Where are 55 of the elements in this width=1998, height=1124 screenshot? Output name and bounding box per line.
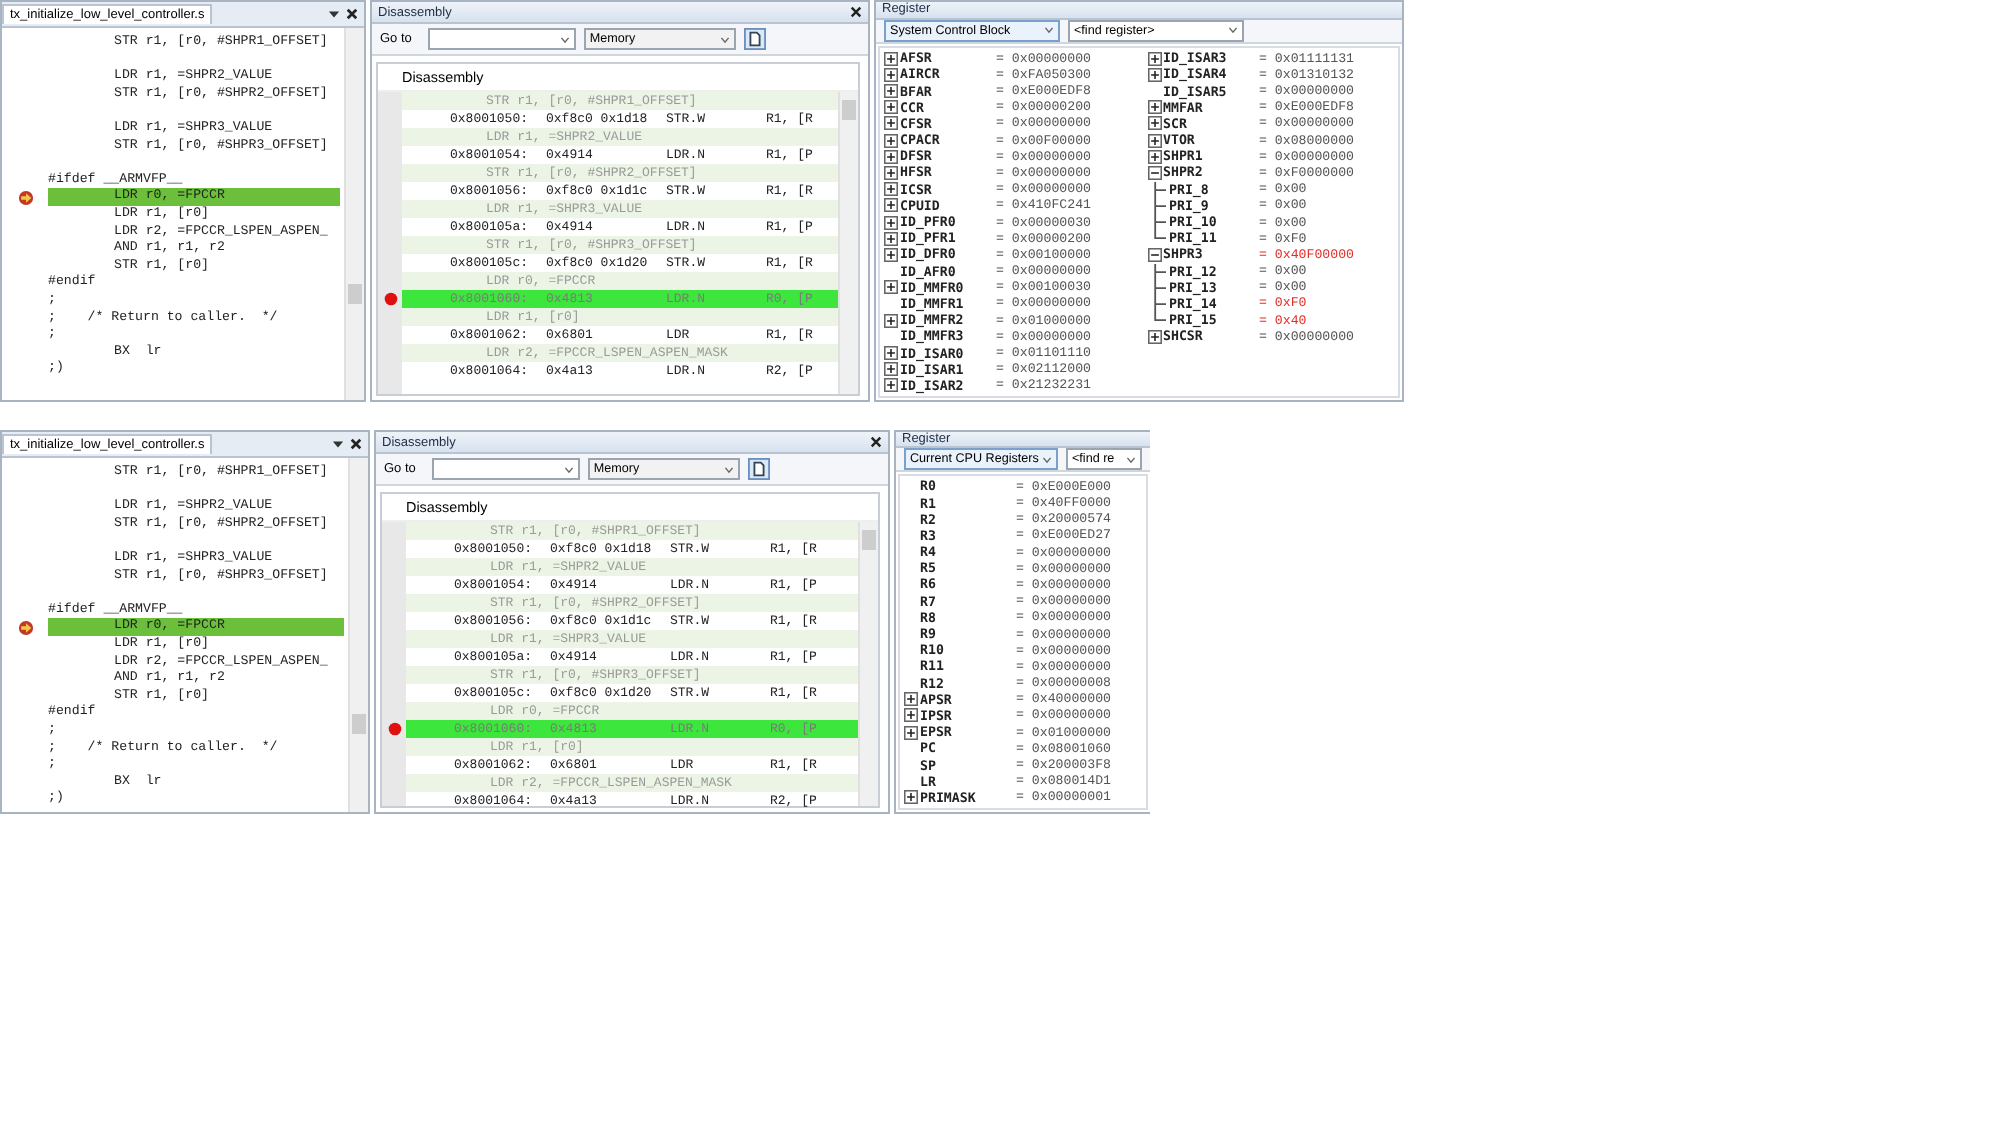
close-icon[interactable] (350, 438, 362, 450)
close-icon[interactable] (870, 436, 882, 448)
go-to-field[interactable] (431, 458, 580, 480)
expand-icon[interactable] (884, 198, 898, 213)
go-to-field[interactable] (427, 28, 576, 50)
expand-icon[interactable] (884, 84, 898, 99)
expand-icon[interactable] (904, 790, 918, 805)
caret-icon (723, 465, 734, 473)
expand-icon[interactable] (884, 67, 898, 82)
vertical-scrollbar[interactable] (348, 458, 368, 812)
breakpoint-icon[interactable] (387, 722, 401, 736)
vertical-scrollbar[interactable] (344, 28, 364, 400)
caret-icon (719, 35, 730, 43)
breakpoint-icon[interactable] (383, 292, 397, 306)
collapse-icon[interactable] (1147, 165, 1161, 180)
expand-icon[interactable] (1147, 133, 1161, 148)
caret-icon (1228, 26, 1238, 35)
dropdown-icon[interactable] (332, 438, 344, 450)
expand-icon[interactable] (884, 182, 898, 197)
expand-icon[interactable] (904, 708, 918, 723)
expand-icon[interactable] (884, 149, 898, 164)
expand-icon[interactable] (884, 100, 898, 115)
expand-icon[interactable] (884, 215, 898, 230)
caret-icon (1042, 455, 1053, 464)
vertical-scrollbar[interactable] (858, 522, 878, 806)
page-icon[interactable] (743, 28, 766, 50)
expand-icon[interactable] (884, 231, 898, 246)
expand-icon[interactable] (1147, 51, 1161, 66)
expand-icon[interactable] (884, 280, 898, 295)
expand-icon[interactable] (884, 116, 898, 131)
caret-icon (559, 35, 570, 43)
collapse-icon[interactable] (1147, 247, 1161, 262)
close-icon[interactable] (850, 6, 862, 18)
dropdown-icon[interactable] (328, 8, 340, 20)
vertical-scrollbar[interactable] (838, 92, 858, 394)
expand-icon[interactable] (884, 313, 898, 328)
expand-icon[interactable] (1147, 149, 1161, 164)
caret-icon (1126, 455, 1136, 464)
expand-icon[interactable] (1147, 116, 1161, 131)
caret-icon (563, 465, 574, 473)
expand-icon[interactable] (884, 133, 898, 148)
expand-icon[interactable] (884, 51, 898, 66)
expand-icon[interactable] (884, 362, 898, 377)
expand-icon[interactable] (884, 165, 898, 180)
expand-icon[interactable] (1147, 329, 1161, 344)
expand-icon[interactable] (1147, 67, 1161, 82)
expand-icon[interactable] (884, 247, 898, 262)
expand-icon[interactable] (1147, 100, 1161, 115)
expand-icon[interactable] (884, 346, 898, 361)
close-icon[interactable] (346, 8, 358, 20)
caret-icon (1044, 26, 1054, 35)
page-icon[interactable] (747, 458, 770, 480)
expand-icon[interactable] (884, 378, 898, 393)
expand-icon[interactable] (904, 725, 918, 740)
expand-icon[interactable] (904, 692, 918, 707)
